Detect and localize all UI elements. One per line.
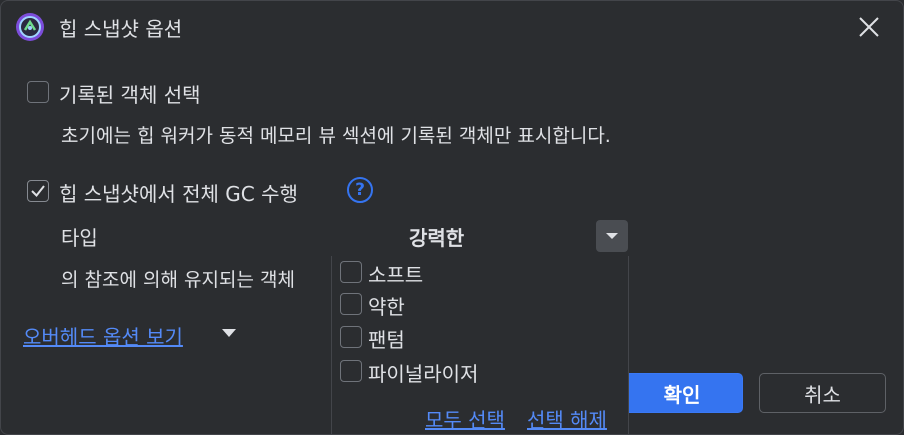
heap-snapshot-options-dialog: 힙 스냅샷 옵션 기록된 객체 선택 초기에는 힙 워커가 동적 메모리 뷰 섹… bbox=[0, 0, 904, 435]
deselect-link[interactable]: 선택 해제 bbox=[527, 404, 607, 433]
retained-objects-text: 의 참조에 의해 유지되는 객체 bbox=[61, 269, 295, 291]
chevron-down-icon[interactable] bbox=[221, 327, 237, 339]
soft-checkbox[interactable] bbox=[340, 261, 362, 283]
reference-type-popup: 소프트 약한 팬텀 파이널라이저 모두 선택 선택 해제 bbox=[331, 256, 629, 434]
soft-label: 소프트 bbox=[368, 263, 424, 287]
chevron-down-icon bbox=[606, 233, 618, 239]
close-icon[interactable] bbox=[853, 11, 885, 43]
type-combo-value[interactable]: 강력한 bbox=[409, 222, 464, 251]
recorded-objects-checkbox[interactable] bbox=[27, 81, 49, 103]
help-icon[interactable]: ? bbox=[347, 177, 373, 203]
overhead-options-link[interactable]: 오버헤드 옵션 보기 bbox=[23, 321, 183, 350]
type-dropdown-button[interactable] bbox=[596, 220, 628, 252]
recorded-objects-label: 기록된 객체 선택 bbox=[59, 83, 201, 107]
full-gc-label: 힙 스냅샷에서 전체 GC 수행 bbox=[59, 182, 298, 206]
full-gc-checkbox[interactable] bbox=[27, 180, 49, 202]
ok-button[interactable]: 확인 bbox=[621, 373, 743, 413]
android-studio-icon bbox=[15, 12, 45, 42]
recorded-objects-description: 초기에는 힙 워커가 동적 메모리 뷰 섹션에 기록된 객체만 표시합니다. bbox=[61, 125, 611, 147]
phantom-checkbox[interactable] bbox=[340, 326, 362, 348]
select-all-link[interactable]: 모두 선택 bbox=[425, 404, 505, 433]
cancel-button[interactable]: 취소 bbox=[759, 373, 886, 413]
weak-checkbox[interactable] bbox=[340, 293, 362, 315]
phantom-label: 팬텀 bbox=[368, 328, 405, 352]
finalizer-label: 파이널라이저 bbox=[368, 362, 479, 386]
weak-label: 약한 bbox=[368, 295, 405, 319]
type-label: 타입 bbox=[61, 226, 98, 250]
checkmark-icon bbox=[31, 185, 45, 198]
finalizer-checkbox[interactable] bbox=[340, 360, 362, 382]
dialog-title: 힙 스냅샷 옵션 bbox=[59, 17, 183, 41]
